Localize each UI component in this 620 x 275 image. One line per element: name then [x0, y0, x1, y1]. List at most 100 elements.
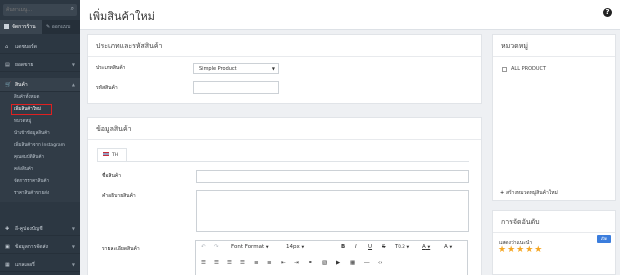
undo-icon[interactable]: ↶ — [201, 244, 206, 250]
page-title: เพิ่มสินค้าใหม่ — [89, 10, 155, 23]
submenu-add-product[interactable]: เพิ่มสินค้าใหม่ — [0, 104, 80, 115]
product-desc-textarea[interactable] — [196, 190, 469, 232]
bold-button[interactable]: B — [341, 244, 345, 250]
horizontal-rule-icon[interactable]: ― — [364, 260, 370, 266]
home-icon: ⌂ — [5, 44, 9, 50]
submenu-inventory[interactable]: คลังสินค้า — [0, 164, 80, 175]
font-color-button[interactable]: A ▼ — [422, 244, 430, 250]
sidebar-item-label: ยอดขาย — [15, 62, 34, 68]
strikethrough-button[interactable]: S — [382, 244, 386, 250]
code-view-icon[interactable]: ‹› — [378, 260, 382, 266]
chevron-down-icon: ▼ — [71, 244, 75, 249]
panel-title: ข้อมูลสินค้า — [88, 118, 481, 140]
submenu-categories[interactable]: หมวดหมู่ — [0, 116, 80, 127]
tab-design[interactable]: ✎ ออกแบบ — [42, 20, 80, 34]
font-size-dropdown[interactable]: 14px ▼ — [286, 244, 304, 250]
font-format-dropdown[interactable]: Font Format ▼ — [231, 244, 269, 250]
image-icon: ▦ — [5, 262, 10, 268]
sidebar: ⌕ จัดการร้าน ✎ ออกแบบ ⌂ แดชบอร์ด ▤ ยอดขาย ▼… — [0, 0, 80, 275]
type-sku-panel: ประเภทและรหัสสินค้า ประเภทสินค้า Simple … — [87, 34, 482, 104]
cart-icon: 🛒 — [5, 82, 12, 88]
add-category-link[interactable]: + สร้างหมวดหมู่สินค้าใหม่ — [500, 189, 558, 197]
sidebar-search[interactable]: ⌕ — [3, 4, 77, 16]
align-right-icon[interactable]: ☰ — [227, 260, 232, 266]
product-type-label: ประเภทสินค้า — [96, 65, 126, 71]
search-icon[interactable]: ⌕ — [71, 5, 74, 13]
mode-tabs: จัดการร้าน ✎ ออกแบบ — [0, 20, 80, 34]
tab-divider — [97, 161, 469, 162]
redo-icon[interactable]: ↷ — [214, 244, 219, 250]
sidebar-item-gallery[interactable]: ▦ แกลเลอรี่ ▼ — [0, 258, 80, 272]
tab-design-label: ออกแบบ — [51, 24, 71, 30]
category-panel: หมวดหมู่ ALL PRODUCT + สร้างหมวดหมู่สินค… — [492, 34, 616, 201]
caret-down-icon: ▼ — [301, 245, 305, 249]
ranking-panel: การจัดอันดับ แสดงว่าแนะนำ เปิด ★★★★★ — [492, 210, 616, 275]
submenu-wholesale[interactable]: ราคาสินค้าขายส่ง — [0, 188, 80, 199]
chevron-down-icon: ▼ — [71, 226, 75, 231]
highlight-button[interactable]: A ▼ — [444, 244, 452, 250]
help-icon[interactable]: ? — [603, 8, 612, 17]
page-header: เพิ่มสินค้าใหม่ ? — [80, 0, 620, 30]
app-root: ⌕ จัดการร้าน ✎ ออกแบบ ⌂ แดชบอร์ด ▤ ยอดขาย ▼… — [0, 0, 620, 275]
line-height-dropdown[interactable]: T0.2 ▼ — [395, 244, 409, 250]
caret-down-icon: ▼ — [449, 245, 453, 249]
caret-down-icon: ▼ — [427, 245, 431, 249]
panel-title: การจัดอันดับ — [493, 211, 615, 233]
sidebar-item-dashboard[interactable]: ⌂ แดชบอร์ด — [0, 40, 80, 54]
submenu-all-products[interactable]: สินค้าทั้งหมด — [0, 92, 80, 103]
product-name-label: ชื่อสินค้า — [102, 173, 122, 179]
sidebar-item-products[interactable]: 🛒 สินค้า ▲ — [0, 78, 80, 92]
recommend-toggle[interactable]: เปิด — [597, 235, 611, 243]
product-type-value: Simple Product — [199, 66, 237, 72]
tag-icon: ✚ — [5, 226, 10, 232]
image-insert-icon[interactable]: ▧ — [322, 260, 327, 266]
submenu-pricing[interactable]: จัดการราคาสินค้า — [0, 176, 80, 187]
add-category-label: สร้างหมวดหมู่สินค้าใหม่ — [505, 190, 558, 196]
align-center-icon[interactable]: ☰ — [214, 260, 219, 266]
sidebar-item-coupon[interactable]: ✚ อี-คูปองบัญชี ▼ — [0, 222, 80, 236]
thai-flag-icon — [103, 152, 109, 156]
numbered-list-icon[interactable]: ≡ — [267, 260, 272, 266]
align-justify-icon[interactable]: ☰ — [240, 260, 245, 266]
bullet-list-icon[interactable]: ≡ — [254, 260, 259, 266]
tab-manage-shop[interactable]: จัดการร้าน — [0, 20, 42, 34]
italic-button[interactable]: I — [355, 244, 357, 250]
video-icon[interactable]: ▶ — [336, 260, 340, 266]
sidebar-item-label: แดชบอร์ด — [15, 44, 37, 50]
menu-search-input[interactable] — [6, 5, 64, 15]
sidebar-item-label: ข้อมูลการจัดส่ง — [15, 244, 48, 250]
line-height-value: 0.2 — [398, 244, 405, 249]
star-rating[interactable]: ★★★★★ — [498, 245, 543, 255]
chart-icon: ▤ — [5, 62, 10, 68]
link-icon[interactable]: ⚭ — [308, 260, 313, 266]
panel-title: ประเภทและรหัสสินค้า — [88, 35, 481, 57]
panel-title: หมวดหมู่ — [493, 35, 615, 57]
product-type-select[interactable]: Simple Product ▼ — [193, 63, 279, 74]
chevron-down-icon: ▼ — [71, 62, 75, 67]
submenu-attributes[interactable]: คุณสมบัติสินค้า — [0, 152, 80, 163]
products-submenu: สินค้าทั้งหมด เพิ่มสินค้าใหม่ หมวดหมู่ น… — [0, 92, 80, 202]
font-color-label: A — [422, 244, 426, 250]
align-left-icon[interactable]: ☰ — [201, 260, 206, 266]
category-checkbox[interactable] — [502, 67, 507, 72]
outdent-icon[interactable]: ⇤ — [281, 260, 286, 266]
sidebar-item-label: อี-คูปองบัญชี — [15, 226, 43, 232]
sidebar-item-sales[interactable]: ▤ ยอดขาย ▼ — [0, 58, 80, 72]
sidebar-item-label: แกลเลอรี่ — [15, 262, 35, 268]
table-icon[interactable]: ▦ — [350, 260, 355, 266]
sidebar-item-shipping[interactable]: ▣ ข้อมูลการจัดส่ง ▼ — [0, 240, 80, 254]
category-item-label: ALL PRODUCT — [511, 66, 547, 72]
caret-down-icon: ▼ — [265, 245, 269, 249]
product-name-input[interactable] — [196, 170, 469, 183]
sku-input[interactable] — [193, 81, 279, 94]
highlight-label: A — [444, 244, 448, 250]
tab-language-th[interactable]: TH — [97, 148, 127, 162]
tab-language-label: TH — [112, 153, 119, 158]
sidebar-item-label: สินค้า — [15, 82, 28, 88]
submenu-instagram[interactable]: เพิ่มสินค้าจาก Instagram — [0, 140, 80, 151]
submenu-import[interactable]: นำเข้าข้อมูลสินค้า — [0, 128, 80, 139]
product-detail-label: รายละเอียดสินค้า — [102, 246, 140, 252]
indent-icon[interactable]: ⇥ — [294, 260, 299, 266]
product-desc-label: คำอธิบายสินค้า — [102, 193, 136, 199]
underline-button[interactable]: U — [368, 244, 372, 250]
